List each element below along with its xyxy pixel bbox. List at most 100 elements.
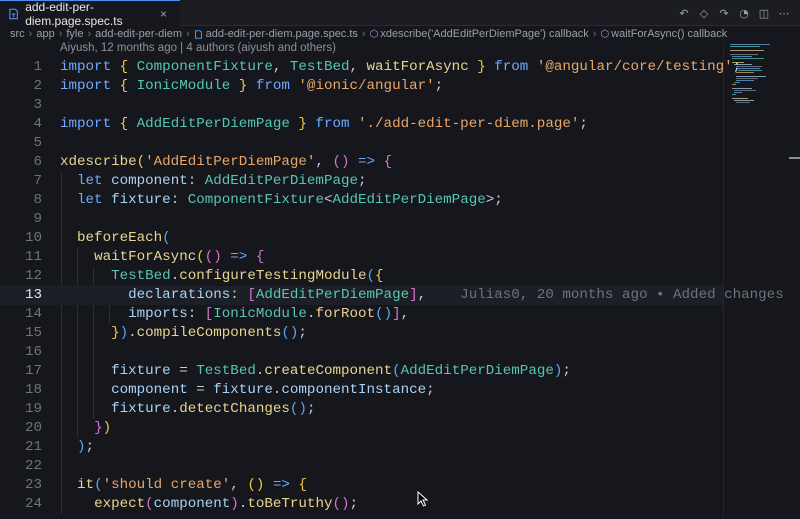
breadcrumb-file[interactable]: add-edit-per-diem.page.spec.ts <box>194 28 358 40</box>
line-number: 23 <box>24 477 42 493</box>
line-number: 18 <box>24 382 42 398</box>
minimap[interactable] <box>723 42 800 519</box>
line-number: 17 <box>24 363 42 379</box>
line-number: 22 <box>24 458 42 474</box>
minimap-line <box>738 68 760 69</box>
breadcrumb-separator: › <box>87 28 92 40</box>
breadcrumb-item[interactable]: app <box>36 28 54 40</box>
symbol-method-icon: ⬡ <box>600 29 610 40</box>
line-number: 19 <box>24 401 42 417</box>
symbol-method-icon: ⬡ <box>369 29 379 40</box>
code-text: beforeEach( <box>77 230 171 246</box>
typescript-file-icon <box>9 8 18 19</box>
code-text: let fixture: ComponentFixture<AddEditPer… <box>77 192 503 208</box>
minimap-line <box>734 64 752 65</box>
breadcrumb-symbol[interactable]: ⬡ xdescribe('AddEditPerDiemPage') callbac… <box>370 28 589 40</box>
code-line[interactable]: 3 <box>0 96 723 115</box>
line-number: 9 <box>33 211 42 227</box>
code-text: declarations: [AddEditPerDiemPage], Juli… <box>128 287 784 303</box>
code-line[interactable]: 18 component = fixture.componentInstance… <box>0 381 723 400</box>
code-line[interactable]: 2 import { IonicModule } from '@ionic/ang… <box>0 77 723 96</box>
minimap-line <box>732 84 736 85</box>
line-number: 4 <box>33 116 42 132</box>
minimap-line <box>736 80 754 81</box>
code-line[interactable]: 17 fixture = TestBed.createComponent(Add… <box>0 362 723 381</box>
line-number: 14 <box>24 306 42 322</box>
minimap-line <box>732 58 764 59</box>
line-number: 15 <box>24 325 42 341</box>
code-line[interactable]: 5 <box>0 134 723 153</box>
code-text: let component: AddEditPerDiemPage; <box>77 173 367 189</box>
minimap-line <box>730 50 764 51</box>
close-icon[interactable]: × <box>160 7 167 21</box>
code-text: }).compileComponents(); <box>111 325 307 341</box>
code-line[interactable]: 14 imports: [IonicModule.forRoot()], <box>0 305 723 324</box>
editor-action-4[interactable]: ◫ <box>756 4 772 22</box>
code-line[interactable]: 7 let component: AddEditPerDiemPage; <box>0 172 723 191</box>
minimap-line <box>736 66 762 67</box>
code-line[interactable]: 6 xdescribe('AddEditPerDiemPage', () => { <box>0 153 723 172</box>
code-text: ); <box>77 439 95 455</box>
minimap-line <box>732 98 748 99</box>
minimap-line <box>736 78 758 79</box>
code-editor[interactable]: 1 import { ComponentFixture, TestBed, wai… <box>0 57 784 519</box>
editor-action-0[interactable]: ↶ <box>676 4 692 22</box>
code-line[interactable]: 24 expect(component).toBeTruthy(); <box>0 495 723 514</box>
code-text: TestBed.configureTestingModule({ <box>111 268 384 284</box>
code-text: import { AddEditPerDiemPage } from './ad… <box>60 116 588 132</box>
line-number: 3 <box>33 97 42 113</box>
minimap-line <box>734 92 742 93</box>
minimap-line <box>730 44 770 45</box>
tab-active-file[interactable]: add-edit-per-diem.page.spec.ts × <box>0 0 180 28</box>
code-line[interactable]: 19 fixture.detectChanges(); <box>0 400 723 419</box>
code-line[interactable]: 23 it('should create', () => { <box>0 476 723 495</box>
editor-action-5[interactable]: ⋯ <box>776 4 792 22</box>
line-number: 10 <box>24 230 42 246</box>
code-text: waitForAsync(() => { <box>94 249 265 265</box>
code-line[interactable]: 1 import { ComponentFixture, TestBed, wai… <box>0 58 741 77</box>
breadcrumb-item[interactable]: fyle <box>66 28 83 40</box>
code-line[interactable]: 8 let fixture: ComponentFixture<AddEditP… <box>0 191 723 210</box>
code-text: imports: [IonicModule.forRoot()], <box>128 306 410 322</box>
editor-action-1[interactable]: ◇ <box>696 4 712 22</box>
code-line[interactable]: 20 }) <box>0 419 723 438</box>
line-number: 21 <box>24 439 42 455</box>
breadcrumb-item[interactable]: src <box>10 28 25 40</box>
blame-header[interactable]: Aiyush, 12 months ago | 4 authors (aiyus… <box>60 42 336 54</box>
breadcrumb-symbol[interactable]: ⬡ waitForAsync() callback <box>600 28 727 40</box>
line-number: 5 <box>33 135 42 151</box>
editor-action-2[interactable]: ↷ <box>716 4 732 22</box>
code-line[interactable]: 21 ); <box>0 438 723 457</box>
breadcrumb-separator: › <box>592 28 597 40</box>
scrollbar-thumb[interactable] <box>789 157 800 159</box>
line-number: 20 <box>24 420 42 436</box>
breadcrumb-item[interactable]: add-edit-per-diem <box>95 28 182 40</box>
code-line[interactable]: 12 TestBed.configureTestingModule({ <box>0 267 723 286</box>
breadcrumb-separator: › <box>361 28 366 40</box>
code-line[interactable]: 9 <box>0 210 723 229</box>
code-line[interactable]: 15 }).compileComponents(); <box>0 324 723 343</box>
breadcrumb: src › app › fyle › add-edit-per-diem › add-edit-… <box>0 26 800 42</box>
editor-actions: ↶ ◇ ↷ ◔ ◫ ⋯ <box>676 4 792 22</box>
editor-action-3[interactable]: ◔ <box>736 4 752 22</box>
line-number: 11 <box>24 249 42 265</box>
code-line[interactable]: 22 <box>0 457 723 476</box>
breadcrumb-symbol-label: xdescribe('AddEditPerDiemPage') callback <box>380 28 589 40</box>
code-line[interactable]: 13 declarations: [AddEditPerDiemPage], J… <box>0 286 784 305</box>
minimap-line <box>732 88 752 89</box>
code-line[interactable]: 11 waitForAsync(() => { <box>0 248 723 267</box>
minimap-line <box>736 102 750 103</box>
code-text: xdescribe('AddEditPerDiemPage', () => { <box>60 154 393 170</box>
typescript-file-icon <box>194 29 202 39</box>
code-line[interactable]: 4 import { AddEditPerDiemPage } from './a… <box>0 115 723 134</box>
minimap-line <box>730 54 758 55</box>
breadcrumb-separator: › <box>58 28 63 40</box>
code-text: it('should create', () => { <box>77 477 307 493</box>
minimap-line <box>736 72 754 73</box>
code-line[interactable]: 10 beforeEach( <box>0 229 723 248</box>
line-number: 1 <box>33 59 42 75</box>
code-line[interactable]: 16 <box>0 343 723 362</box>
code-text: fixture.detectChanges(); <box>111 401 316 417</box>
line-number: 13 <box>24 287 42 303</box>
code-text: expect(component).toBeTruthy(); <box>94 496 359 512</box>
